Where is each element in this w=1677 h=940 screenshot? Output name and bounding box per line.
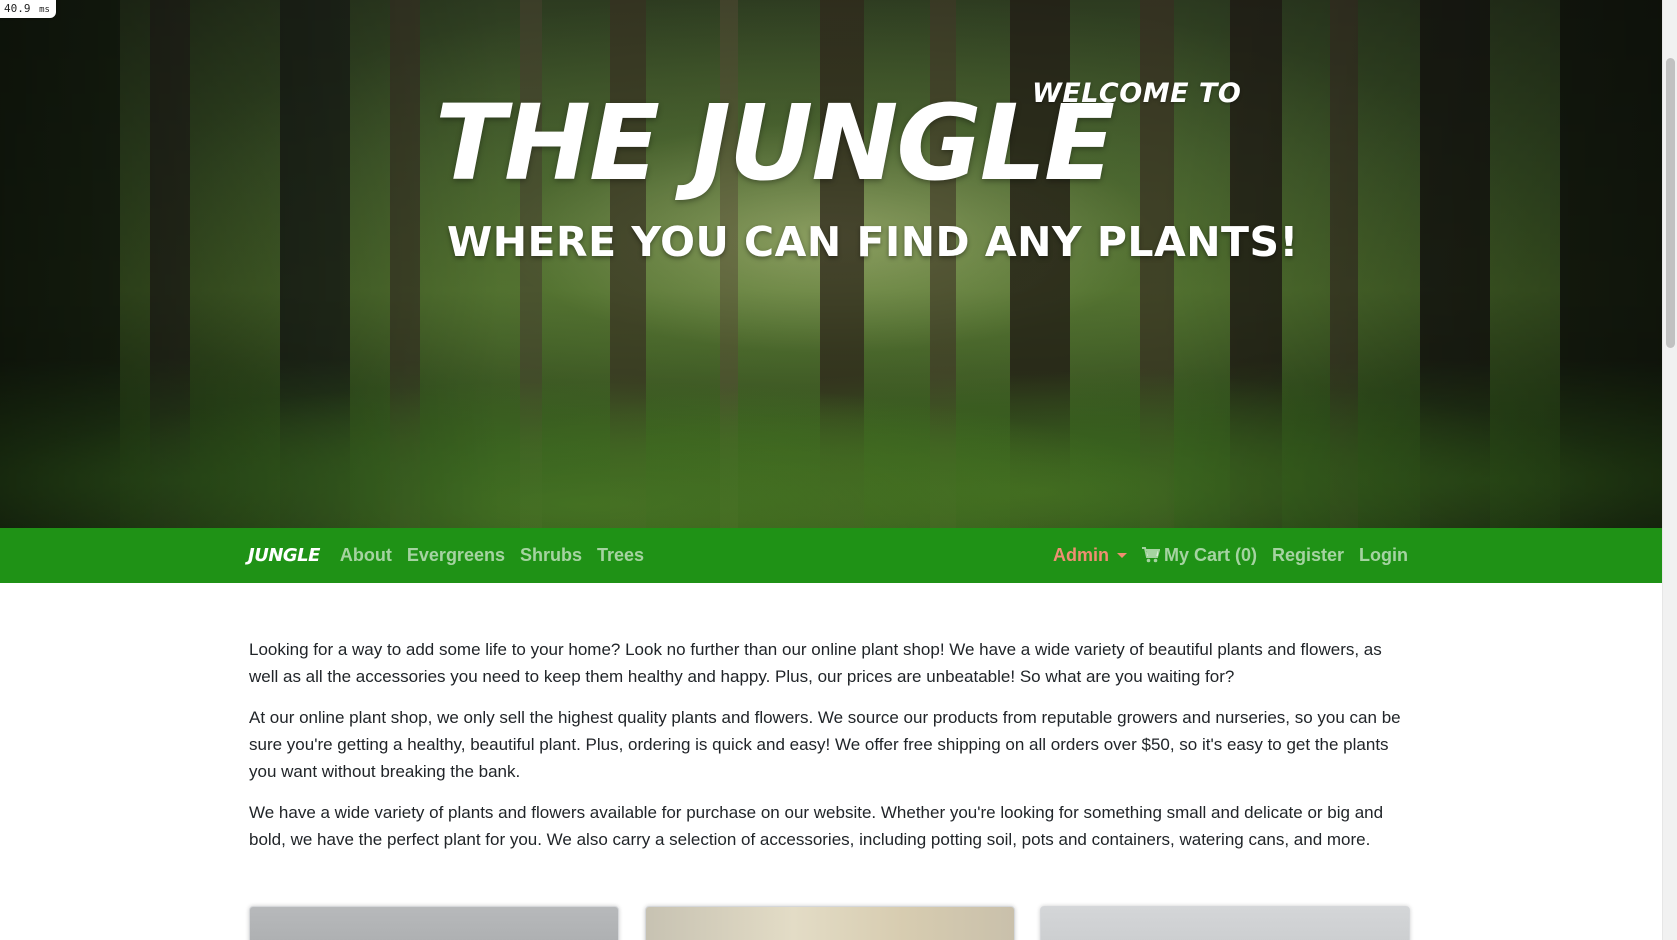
- intro-paragraph-3: We have a wide variety of plants and flo…: [249, 803, 1384, 849]
- product-cards: [249, 906, 1410, 940]
- hero-subtitle: WHERE YOU CAN FIND ANY PLANTS!: [447, 218, 1299, 266]
- cart-label: My Cart (0): [1163, 545, 1257, 565]
- main-navbar: JUNGLE About Evergreens Shrubs Trees Adm…: [0, 528, 1662, 583]
- caret-down-icon: [1116, 553, 1127, 558]
- hero-title: THE JUNGLE: [435, 82, 1115, 204]
- intro-content: Looking for a way to add some life to yo…: [249, 636, 1409, 867]
- scrollbar-thumb[interactable]: [1666, 58, 1675, 348]
- nav-link-evergreens[interactable]: Evergreens: [407, 545, 505, 566]
- nav-link-cart[interactable]: My Cart (0): [1141, 545, 1257, 566]
- nav-link-shrubs[interactable]: Shrubs: [520, 545, 582, 566]
- page: 40.9 ms WELCOME TO THE JUNGLE WHERE YOU …: [0, 0, 1677, 940]
- nav-link-login[interactable]: Login: [1359, 545, 1408, 566]
- nav-link-about[interactable]: About: [340, 545, 392, 566]
- admin-label: Admin: [1052, 545, 1109, 565]
- nav-link-register[interactable]: Register: [1272, 545, 1344, 566]
- product-card[interactable]: [645, 906, 1015, 940]
- hero-banner: WELCOME TO THE JUNGLE WHERE YOU CAN FIND…: [0, 0, 1662, 528]
- perf-unit: ms: [39, 5, 50, 15]
- shopping-cart-icon: [1141, 547, 1160, 563]
- navbar-brand[interactable]: JUNGLE: [248, 545, 320, 566]
- product-card[interactable]: [1040, 906, 1410, 940]
- product-card[interactable]: [249, 906, 619, 940]
- navbar-container: JUNGLE About Evergreens Shrubs Trees Adm…: [248, 528, 1408, 583]
- intro-paragraph-2: At our online plant shop, we only sell t…: [249, 708, 1401, 781]
- perf-value: 40.9: [4, 2, 31, 15]
- navbar-right: Admin My Cart (0) Register Login: [1053, 545, 1408, 566]
- page-scrollbar[interactable]: [1662, 0, 1677, 940]
- admin-dropdown-toggle[interactable]: Admin: [1053, 545, 1127, 566]
- nav-link-trees[interactable]: Trees: [597, 545, 644, 566]
- perf-badge: 40.9 ms: [0, 0, 56, 18]
- intro-paragraph-1: Looking for a way to add some life to yo…: [249, 640, 1382, 686]
